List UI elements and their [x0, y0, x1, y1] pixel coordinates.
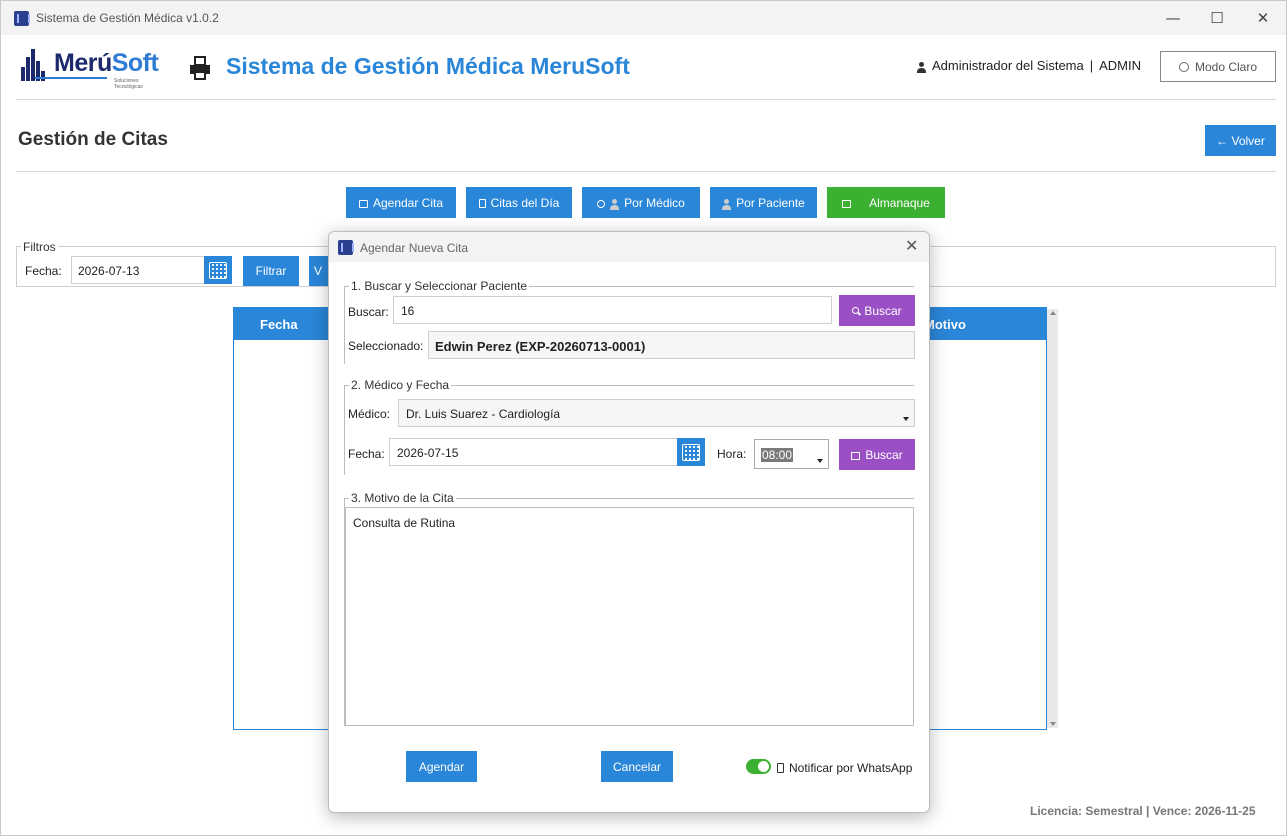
chevron-down-icon [903, 417, 909, 421]
patient-icon [722, 199, 732, 210]
por-medico-label: Por Médico [624, 195, 685, 210]
logo-accent: Soft [111, 49, 159, 77]
por-medico-button[interactable]: Por Médico [582, 187, 700, 218]
divider [16, 99, 1276, 100]
time-select[interactable]: 08:00 [754, 439, 829, 469]
close-button[interactable]: ✕ [1240, 1, 1286, 35]
search-icon [852, 307, 860, 314]
doctor-select-value: Dr. Luis Suarez - Cardiología [406, 407, 561, 421]
title-bar: Sistema de Gestión Médica v1.0.2 — ☐ ✕ [1, 1, 1286, 35]
dialog-title-bar: Agendar Nueva Cita ✕ [329, 232, 929, 262]
logo-main: Merú [54, 49, 112, 77]
agendar-cita-dialog: Agendar Nueva Cita ✕ 1. Buscar y Selecci… [328, 231, 930, 813]
appointment-date-input[interactable]: 2026-07-15 [389, 438, 678, 466]
agendar-button[interactable]: Agendar [406, 751, 477, 782]
availability-search-button[interactable]: Buscar [839, 439, 915, 470]
medico-label: Médico: [348, 407, 391, 421]
appointment-calendar-button[interactable] [677, 438, 705, 466]
reason-section: 3. Motivo de la Cita Consulta de Rutina [344, 491, 914, 726]
logo-text: MerúSoft [54, 49, 159, 78]
back-button[interactable]: ← Volver [1205, 125, 1276, 156]
fecha-label: Fecha: [348, 447, 385, 461]
chevron-down-icon [817, 459, 823, 463]
doctor-select[interactable]: Dr. Luis Suarez - Cardiología [398, 399, 915, 427]
circle-icon [1178, 61, 1189, 72]
filters-legend: Filtros [21, 240, 58, 254]
cancelar-button[interactable]: Cancelar [601, 751, 673, 782]
agendar-cita-button[interactable]: Agendar Cita [346, 187, 456, 218]
page-title: Gestión de Citas [18, 129, 168, 150]
patient-search-input[interactable]: 16 [393, 296, 832, 324]
calendar-icon [842, 199, 852, 208]
reason-textarea[interactable]: Consulta de Rutina [345, 507, 914, 726]
filter-date-input[interactable]: 2026-07-13 [71, 256, 205, 284]
app-window: Sistema de Gestión Médica v1.0.2 — ☐ ✕ M… [0, 0, 1287, 836]
whatsapp-label: Notificar por WhatsApp [789, 761, 913, 775]
user-icon [917, 62, 926, 73]
clipboard-icon [478, 199, 486, 208]
column-header-fecha[interactable]: Fecha [260, 317, 298, 332]
app-title: Sistema de Gestión Médica MeruSoft [226, 53, 630, 79]
citas-del-dia-button[interactable]: Citas del Día [466, 187, 572, 218]
license-status: Licencia: Semestral | Vence: 2026-11-25 [1030, 804, 1256, 818]
filtrar-button[interactable]: Filtrar [243, 256, 299, 286]
citas-del-dia-label: Citas del Día [490, 195, 560, 210]
user-role: ADMIN [1099, 58, 1142, 73]
calendar-icon [358, 199, 368, 208]
theme-mode-label: Modo Claro [1194, 59, 1258, 74]
hora-label: Hora: [717, 447, 747, 461]
patient-search-label: Buscar [864, 303, 902, 318]
doctor-date-legend: 2. Médico y Fecha [349, 378, 452, 392]
divider [16, 171, 1276, 172]
filter-date-label: Fecha: [25, 264, 62, 278]
dialog-close-icon[interactable]: ✕ [905, 236, 918, 255]
patient-search-button[interactable]: Buscar [839, 295, 915, 326]
user-separator: | [1089, 58, 1094, 73]
buscar-label: Buscar: [348, 305, 389, 319]
table-scrollbar[interactable] [1047, 309, 1058, 728]
doctor-date-section: 2. Médico y Fecha Médico: Dr. Luis Suare… [344, 378, 915, 475]
calendar-icon [682, 443, 700, 461]
app-icon [14, 11, 30, 26]
agendar-cita-label: Agendar Cita [372, 195, 444, 210]
patient-section: 1. Buscar y Seleccionar Paciente Buscar:… [344, 279, 915, 364]
user-name: Administrador del Sistema [932, 58, 1084, 73]
phone-icon [777, 763, 784, 773]
almanaque-label: Almanaque [869, 195, 930, 210]
almanaque-button[interactable]: Almanaque [827, 187, 945, 218]
minimize-button[interactable]: — [1150, 1, 1196, 35]
merusoft-logo: MerúSoft Soluciones Tecnológicas [21, 47, 166, 90]
por-paciente-label: Por Paciente [736, 195, 805, 210]
maximize-button[interactable]: ☐ [1194, 1, 1240, 35]
app-icon [338, 240, 354, 255]
column-header-motivo[interactable]: Motivo [924, 317, 966, 332]
calendar-icon [209, 261, 227, 279]
patient-section-legend: 1. Buscar y Seleccionar Paciente [349, 279, 530, 293]
seleccionado-label: Seleccionado: [348, 339, 424, 353]
dialog-title: Agendar Nueva Cita [360, 241, 469, 255]
por-paciente-button[interactable]: Por Paciente [710, 187, 817, 218]
theme-mode-button[interactable]: Modo Claro [1160, 51, 1276, 82]
window-title: Sistema de Gestión Médica v1.0.2 [36, 11, 219, 25]
availability-search-label: Buscar [865, 447, 903, 462]
reason-legend: 3. Motivo de la Cita [349, 491, 456, 505]
filter-calendar-button[interactable] [204, 256, 232, 284]
stethoscope-icon [597, 199, 606, 208]
selected-patient-field: Edwin Perez (EXP-20260713-0001) [428, 331, 915, 359]
logo-tagline: Soluciones Tecnológicas [114, 78, 143, 90]
user-info: Administrador del Sistema | ADMIN [917, 58, 1141, 73]
calendar-check-icon [851, 451, 861, 460]
doctor-icon [610, 199, 620, 210]
whatsapp-toggle[interactable] [746, 759, 771, 774]
time-select-value: 08:00 [761, 448, 794, 462]
ver-button[interactable]: V [309, 256, 329, 286]
printer-icon [190, 56, 210, 80]
